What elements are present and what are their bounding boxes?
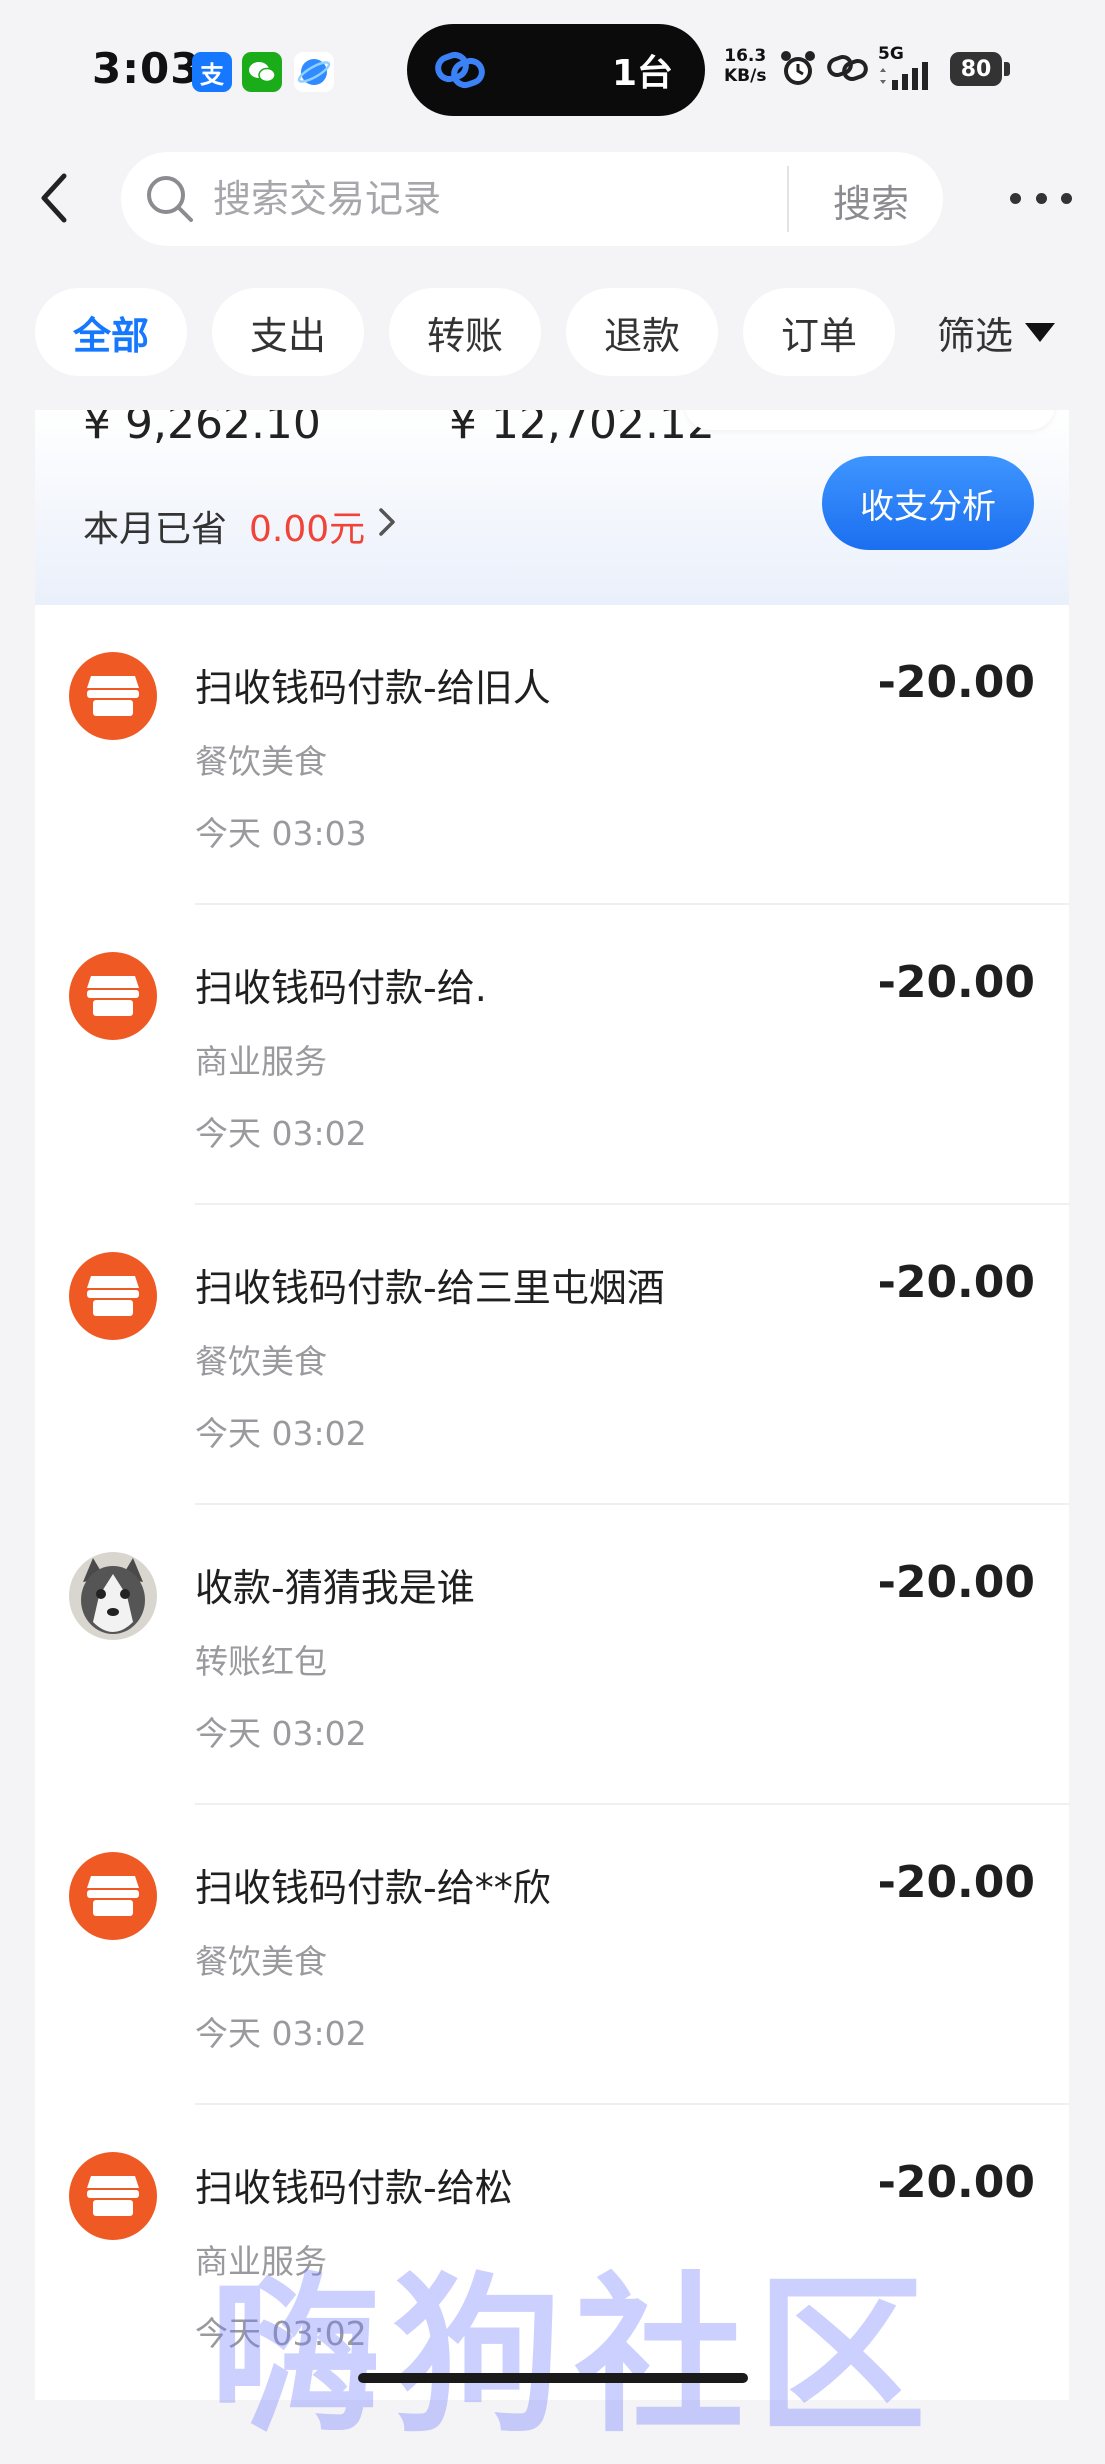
filter-button[interactable]: 筛选	[937, 288, 1056, 376]
back-arrow-icon[interactable]	[34, 170, 78, 226]
transaction-title: 扫收钱码付款-给**欣	[195, 1866, 551, 1910]
list-item[interactable]: 扫收钱码付款-给. 商业服务 今天 03:02 -20.00	[35, 905, 1069, 1205]
network-speed: 16.3 KB/s	[724, 46, 767, 86]
chevron-right-icon[interactable]	[375, 504, 399, 540]
tab-order[interactable]: 订单	[743, 288, 895, 376]
transaction-category: 餐饮美食	[195, 742, 327, 781]
store-icon	[69, 1252, 157, 1340]
transaction-time: 今天 03:03	[195, 814, 367, 853]
saved-label: 本月已省	[83, 509, 228, 550]
search-icon	[147, 176, 193, 222]
tab-transfer[interactable]: 转账	[389, 288, 541, 376]
filter-label: 筛选	[937, 313, 1014, 358]
transaction-amount: -20.00	[877, 1257, 1035, 1308]
expense-total: ¥ 9,262.10	[83, 410, 321, 449]
transaction-title: 扫收钱码付款-给三里屯烟酒	[195, 1266, 665, 1310]
list-item[interactable]: 扫收钱码付款-给三里屯烟酒 餐饮美食 今天 03:02 -20.00	[35, 1205, 1069, 1505]
dropdown-triangle-icon	[1025, 322, 1056, 342]
income-expense-analysis-button[interactable]: 收支分析	[822, 456, 1034, 550]
store-icon	[69, 952, 157, 1040]
wechat-icon	[242, 52, 282, 92]
store-icon	[69, 2152, 157, 2240]
network-type: 5G	[878, 44, 904, 64]
more-options-icon[interactable]	[1010, 188, 1072, 208]
search-bar[interactable]: 搜索	[121, 152, 943, 246]
hotspot-link-icon	[827, 54, 868, 82]
transaction-title: 扫收钱码付款-给.	[195, 966, 487, 1010]
transaction-amount: -20.00	[877, 957, 1035, 1008]
search-divider	[787, 166, 789, 232]
transaction-list: 扫收钱码付款-给旧人 餐饮美食 今天 03:03 -20.00 扫收钱码付款-给…	[35, 605, 1069, 2400]
transaction-amount: -20.00	[877, 657, 1035, 708]
store-icon	[69, 1852, 157, 1940]
transaction-time: 今天 03:02	[195, 1414, 367, 1453]
search-input[interactable]	[211, 168, 785, 230]
battery-tip	[1004, 62, 1010, 76]
transaction-time: 今天 03:02	[195, 2014, 367, 2053]
home-indicator[interactable]	[358, 2373, 748, 2383]
transaction-amount: -20.00	[877, 1557, 1035, 1608]
monthly-summary-card: ¥ 9,262.10 ¥ 12,702.12 本月已省 0.00元 收支分析	[35, 410, 1069, 605]
transaction-amount: -20.00	[877, 1857, 1035, 1908]
transaction-title: 扫收钱码付款-给松	[195, 2166, 513, 2210]
signal-icon	[880, 62, 928, 90]
transaction-title: 扫收钱码付款-给旧人	[195, 666, 551, 710]
transaction-time: 今天 03:02	[195, 1114, 367, 1153]
island-label: 1台	[612, 53, 674, 94]
transaction-amount: -20.00	[877, 2157, 1035, 2208]
store-icon	[69, 652, 157, 740]
transaction-time: 今天 03:02	[195, 1714, 367, 1753]
transaction-category: 商业服务	[195, 1042, 327, 1081]
search-button[interactable]: 搜索	[811, 170, 931, 230]
husky-avatar	[69, 1552, 157, 1640]
browser-icon	[294, 52, 334, 92]
transaction-category: 餐饮美食	[195, 1942, 327, 1981]
tab-expense[interactable]: 支出	[212, 288, 364, 376]
link-icon	[435, 51, 485, 89]
battery-indicator: 80	[950, 52, 1002, 86]
alipay-icon: 支	[192, 52, 232, 92]
tab-all[interactable]: 全部	[35, 288, 187, 376]
transaction-category: 转账红包	[195, 1642, 327, 1681]
list-item[interactable]: 扫收钱码付款-给**欣 餐饮美食 今天 03:02 -20.00	[35, 1805, 1069, 2105]
tab-refund[interactable]: 退款	[566, 288, 718, 376]
transaction-title: 收款-猜猜我是谁	[195, 1566, 475, 1610]
income-total: ¥ 12,702.12	[449, 410, 715, 449]
alarm-icon	[781, 51, 815, 85]
list-item[interactable]: 扫收钱码付款-给旧人 餐饮美食 今天 03:03 -20.00	[35, 605, 1069, 905]
transaction-category: 餐饮美食	[195, 1342, 327, 1381]
saved-value[interactable]: 0.00元	[249, 500, 365, 552]
watermark: 嗨狗社区	[210, 2258, 939, 2456]
status-time: 3:03	[92, 44, 201, 93]
tooltip-bubble	[685, 410, 1055, 430]
list-item[interactable]: 收款-猜猜我是谁 转账红包 今天 03:02 -20.00	[35, 1505, 1069, 1805]
